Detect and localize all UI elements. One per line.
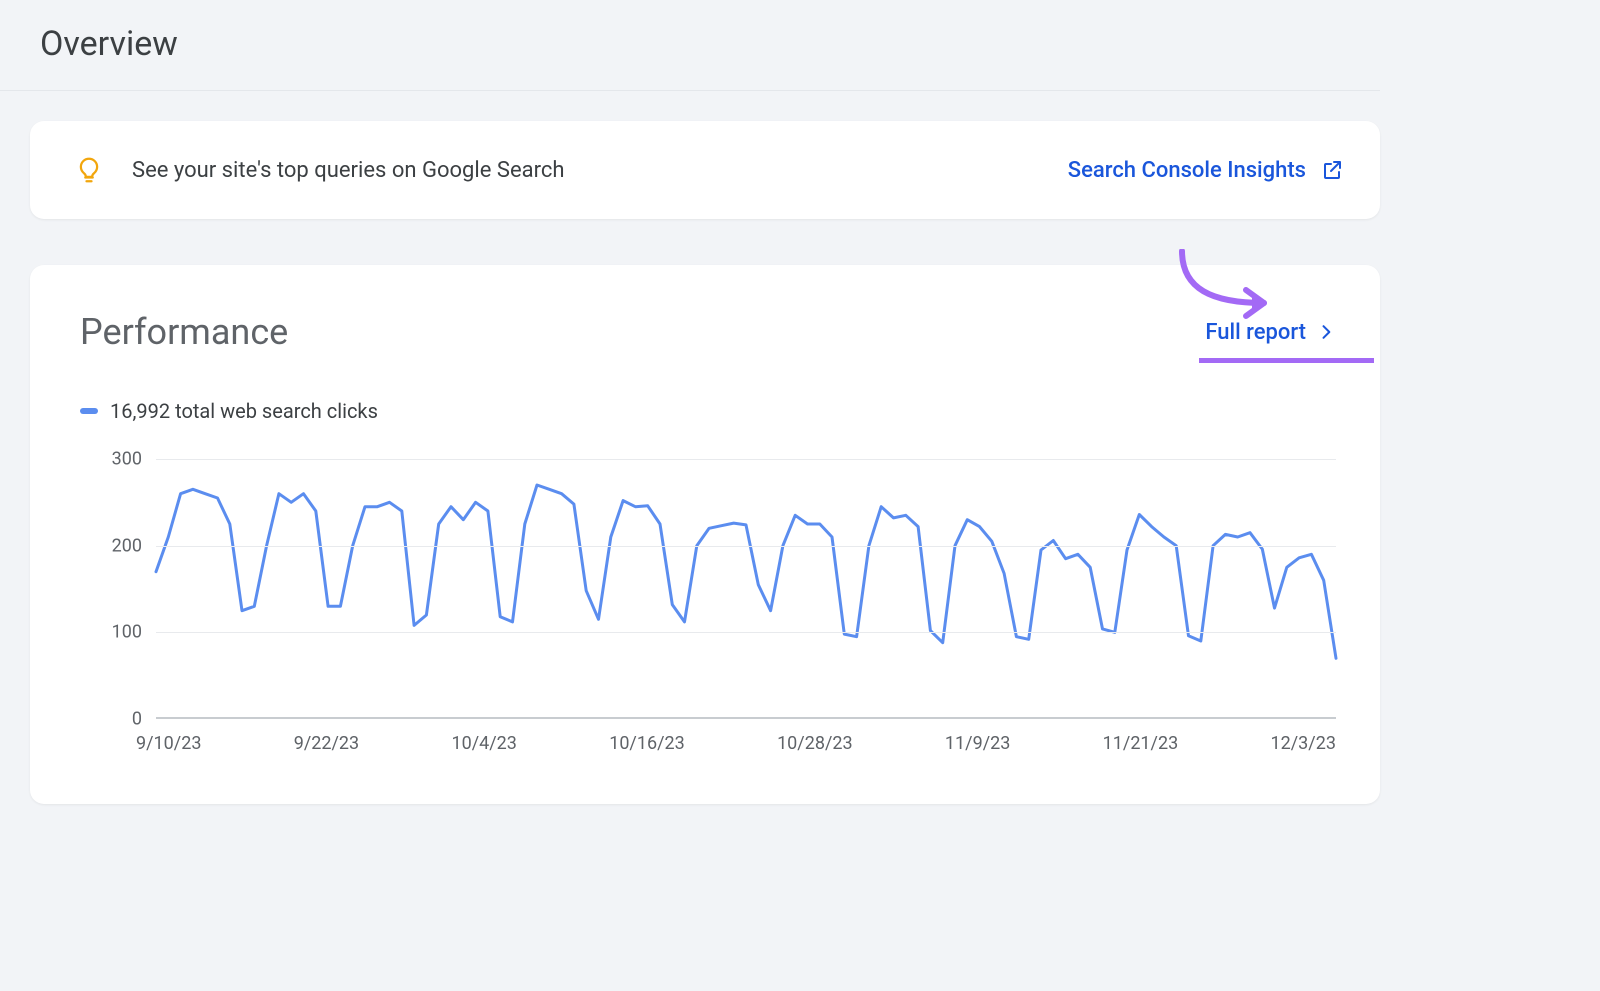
y-tick-label: 0 (132, 709, 142, 730)
page-title: Overview (0, 0, 1380, 90)
chart-area: 0100200300 9/10/239/22/2310/4/2310/16/23… (80, 459, 1336, 754)
full-report-label: Full report (1205, 320, 1306, 345)
lightbulb-icon (74, 155, 104, 185)
search-console-insights-link[interactable]: Search Console Insights (1068, 158, 1344, 183)
x-tick-label: 10/16/23 (609, 733, 685, 754)
legend-label: 16,992 total web search clicks (110, 399, 378, 423)
chart-plot (156, 459, 1336, 719)
chart-legend: 16,992 total web search clicks (80, 399, 1336, 423)
performance-card: Performance Full report 16,992 total web… (30, 265, 1380, 804)
chart-baseline (156, 717, 1336, 719)
insights-card: See your site's top queries on Google Se… (30, 121, 1380, 219)
insights-link-label: Search Console Insights (1068, 158, 1306, 183)
performance-title: Performance (80, 311, 288, 353)
divider (0, 90, 1380, 91)
annotation-underline (1199, 358, 1374, 363)
x-tick-label: 11/9/23 (945, 733, 1010, 754)
y-axis-labels: 0100200300 (80, 459, 150, 754)
x-axis-labels: 9/10/239/22/2310/4/2310/16/2310/28/2311/… (156, 733, 1336, 754)
chevron-right-icon (1316, 322, 1336, 342)
insights-text: See your site's top queries on Google Se… (132, 158, 1068, 183)
chart-line (156, 459, 1336, 719)
external-link-icon (1320, 158, 1344, 182)
x-tick-label: 10/4/23 (451, 733, 516, 754)
full-report-link[interactable]: Full report (1205, 320, 1336, 345)
x-tick-label: 9/22/23 (294, 733, 359, 754)
y-tick-label: 300 (112, 449, 142, 470)
y-tick-label: 200 (112, 535, 142, 556)
x-tick-label: 11/21/23 (1103, 733, 1179, 754)
legend-swatch (80, 408, 98, 414)
x-tick-label: 10/28/23 (777, 733, 853, 754)
x-tick-label: 12/3/23 (1271, 733, 1336, 754)
y-tick-label: 100 (112, 622, 142, 643)
